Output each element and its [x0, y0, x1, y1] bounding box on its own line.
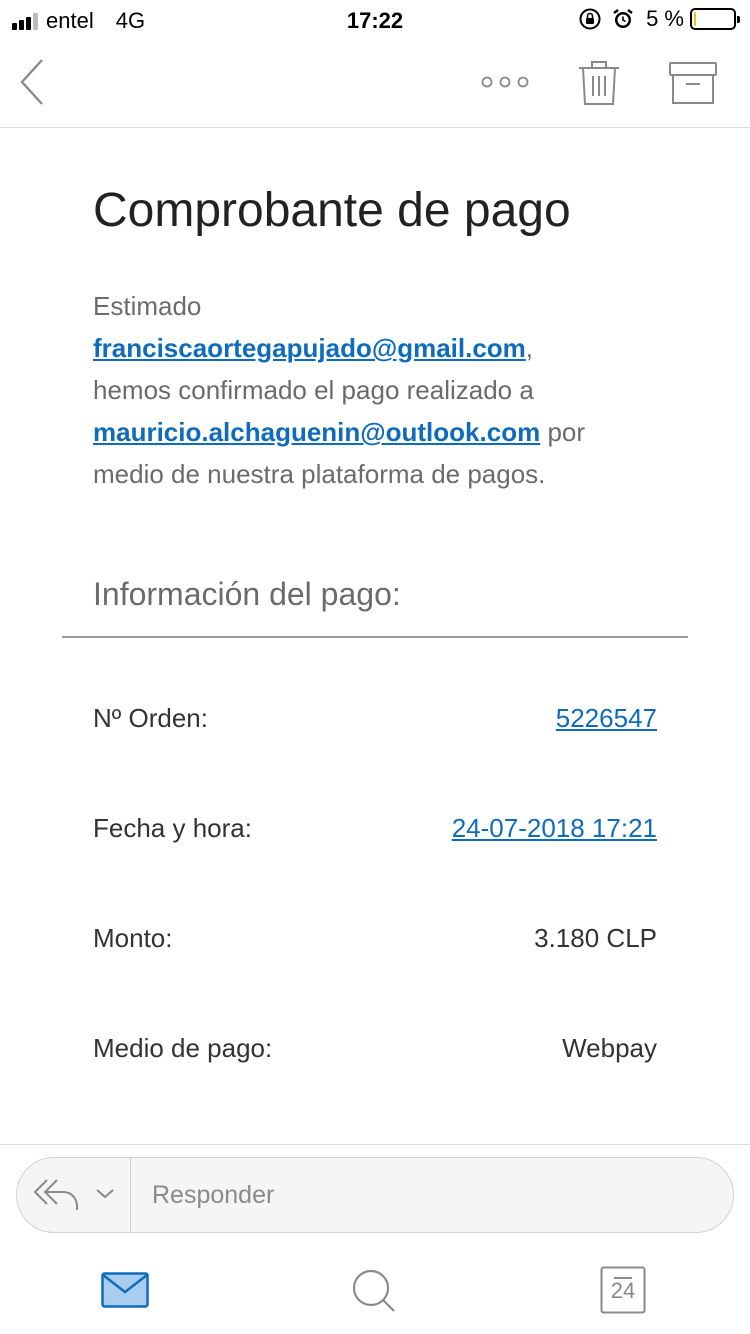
amount-row: Monto: 3.180 CLP: [93, 923, 657, 963]
confirm-text: hemos confirmado el pago realizado a: [93, 375, 534, 405]
search-icon: [352, 1269, 395, 1312]
message-toolbar: [0, 40, 750, 128]
greeting-text: Estimado: [93, 291, 202, 321]
recipient-line: franciscaortegapujado@gmail.com,: [93, 327, 693, 369]
reply-box[interactable]: Responder: [16, 1157, 734, 1233]
tab-calendar[interactable]: 24: [600, 1266, 646, 1314]
battery-percent: 5 %: [646, 6, 684, 31]
date-time-label: Fecha y hora:: [93, 813, 252, 843]
merchant-line: mauricio.alchaguenin@outlook.com por: [93, 411, 693, 453]
reply-area: Responder: [0, 1144, 750, 1244]
bottom-tab-bar: 24: [0, 1246, 750, 1334]
tab-search[interactable]: [350, 1268, 398, 1314]
order-number-row: Nº Orden: 5226547: [93, 703, 657, 743]
amount-value: 3.180 CLP: [534, 923, 657, 953]
calendar-day-number: 24: [610, 1278, 636, 1303]
section-divider: [62, 636, 688, 638]
email-body: Estimado franciscaortegapujado@gmail.com…: [93, 285, 693, 495]
order-number-value[interactable]: 5226547: [556, 703, 657, 734]
trash-icon: [579, 61, 619, 105]
archive-icon: [669, 62, 717, 104]
email-subject: Comprobante de pago: [93, 184, 571, 237]
amount-label: Monto:: [93, 923, 173, 953]
archive-button[interactable]: [668, 60, 718, 106]
chevron-down-icon: [96, 1189, 114, 1199]
payment-info-title: Información del pago:: [93, 576, 401, 612]
date-time-row: Fecha y hora: 24-07-2018 17:21: [93, 813, 657, 853]
status-right: 5 %: [568, 6, 740, 32]
orientation-lock-icon: [579, 8, 601, 30]
reply-all-icon: [33, 1179, 79, 1211]
order-number-label: Nº Orden:: [93, 703, 208, 733]
por-text: por: [547, 417, 586, 447]
delete-button[interactable]: [576, 58, 622, 108]
back-chevron-icon: [20, 59, 43, 105]
recipient-email-link[interactable]: franciscaortegapujado@gmail.com: [93, 333, 526, 363]
mail-icon: [101, 1272, 149, 1308]
comma-text: ,: [525, 333, 534, 363]
payment-method-row: Medio de pago: Webpay: [93, 1033, 657, 1073]
more-options-button[interactable]: [478, 70, 534, 94]
merchant-email-link[interactable]: mauricio.alchaguenin@outlook.com: [93, 417, 540, 447]
tab-mail[interactable]: [101, 1272, 149, 1308]
closing-text: medio de nuestra plataforma de pagos.: [93, 459, 546, 489]
back-button[interactable]: [14, 54, 54, 110]
battery-fill: [694, 12, 697, 26]
reply-input[interactable]: Responder: [152, 1181, 274, 1210]
payment-method-label: Medio de pago:: [93, 1033, 273, 1063]
date-time-value[interactable]: 24-07-2018 17:21: [452, 813, 657, 844]
battery-icon: [690, 8, 740, 30]
status-bar: entel 4G 17:22 5 %: [0, 0, 750, 40]
alarm-icon: [613, 9, 633, 28]
reply-options-button[interactable]: [17, 1158, 131, 1232]
payment-method-value: Webpay: [562, 1033, 657, 1063]
more-icon: [481, 76, 529, 88]
